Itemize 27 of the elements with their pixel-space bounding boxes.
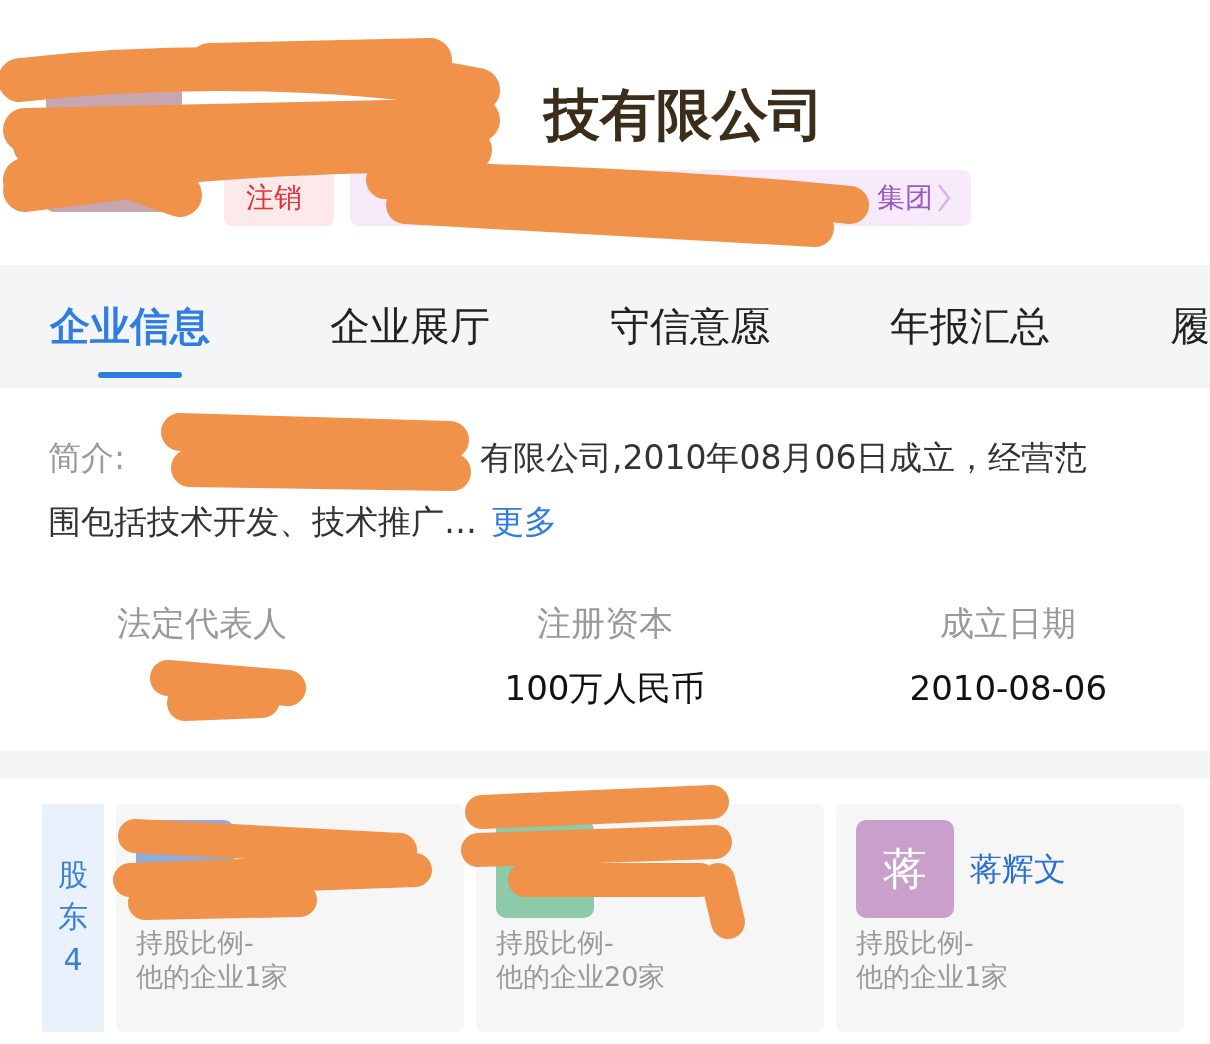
tab[interactable]: 企业信息 [50, 265, 330, 388]
group-link[interactable]: 集团 [877, 177, 933, 219]
fact-label: 法定代表人 [116, 602, 287, 645]
share-ratio: 持股比例- [856, 926, 975, 960]
fact-value: 100万人民币 [504, 667, 706, 710]
intro-label: 简介: [48, 438, 126, 477]
more-link[interactable]: 更多 [491, 490, 557, 554]
avatar: 蒋 [856, 820, 954, 918]
fact-label: 注册资本 [537, 602, 673, 645]
tab[interactable]: 履 [1170, 265, 1210, 388]
fact-label: 成立日期 [940, 602, 1077, 645]
tab[interactable]: 守信意愿 [610, 265, 890, 388]
company-name: 技有限公司 [544, 85, 824, 145]
share-ratio: 持股比例- [136, 926, 255, 960]
shareholder-name[interactable]: 蒋辉文 [970, 845, 1066, 893]
fact-value: 2010-08-06 [909, 667, 1108, 710]
company-count: 他的企业1家 [136, 960, 290, 994]
shareholder-tab[interactable]: 股东 4 [42, 804, 104, 1032]
share-ratio: 持股比例- [496, 926, 615, 960]
intro-text: 围包括技术开发、技术推广… [48, 501, 477, 543]
tab[interactable]: 企业展厅 [330, 265, 610, 388]
tab[interactable]: 年报汇总 [890, 265, 1170, 388]
intro-text: 有限公司,2010年08月06日成立，经营范 [480, 437, 1088, 479]
company-count: 他的企业20家 [496, 960, 667, 994]
chevron-icon [937, 183, 951, 213]
company-count: 他的企业1家 [856, 960, 1010, 994]
shareholder-card[interactable]: 蒋 蒋辉文 持股比例- 他的企业1家 [836, 804, 1184, 1032]
